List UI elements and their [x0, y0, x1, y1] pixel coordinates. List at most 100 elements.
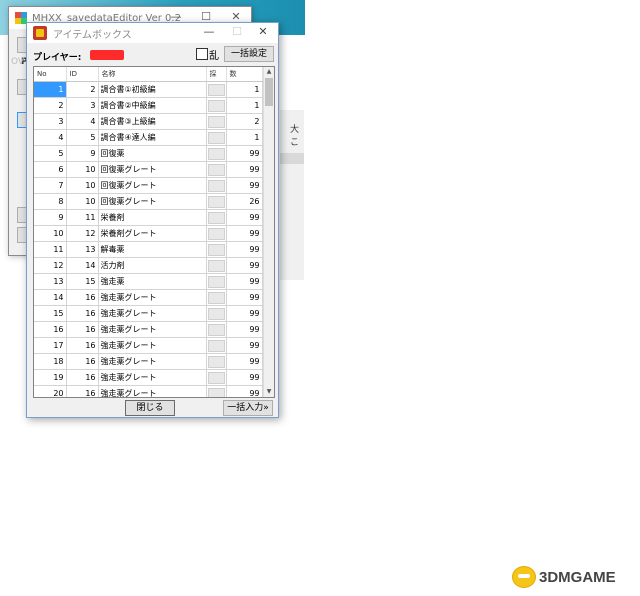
table-row[interactable]: 18 16 強走薬グレート 99	[34, 353, 263, 370]
cell-pick-button[interactable]	[206, 193, 227, 210]
cell-id[interactable]: 2	[66, 81, 99, 98]
cell-id[interactable]: 16	[66, 321, 99, 338]
cell-pick-button[interactable]	[206, 177, 227, 194]
table-row[interactable]: 20 16 強走薬グレート 99	[34, 385, 263, 397]
pick-button[interactable]	[207, 259, 225, 272]
cell-count[interactable]: 99	[226, 353, 263, 370]
cell-no[interactable]: 7	[34, 177, 67, 194]
cell-no[interactable]: 6	[34, 161, 67, 178]
cell-no[interactable]: 5	[34, 145, 67, 162]
pick-button[interactable]	[207, 243, 225, 256]
pick-button[interactable]	[207, 115, 225, 128]
cell-name[interactable]: 強走薬グレート	[98, 385, 207, 397]
cell-no[interactable]: 19	[34, 369, 67, 386]
cell-name[interactable]: 調合書①初級編	[98, 81, 207, 98]
pick-button[interactable]	[207, 227, 225, 240]
cell-pick-button[interactable]	[206, 209, 227, 226]
cell-name[interactable]: 回復薬グレート	[98, 161, 207, 178]
table-row[interactable]: 5 9 回復薬 99	[34, 145, 263, 162]
cell-no[interactable]: 8	[34, 193, 67, 210]
cell-name[interactable]: 強走薬グレート	[98, 353, 207, 370]
cell-count[interactable]: 1	[226, 97, 263, 114]
bulk-insert-button[interactable]: 一括入力»	[223, 400, 273, 416]
cell-pick-button[interactable]	[206, 257, 227, 274]
pick-button[interactable]	[207, 339, 225, 352]
cell-name[interactable]: 調合書④達人編	[98, 129, 207, 146]
cell-count[interactable]: 99	[226, 321, 263, 338]
table-row[interactable]: 10 12 栄養剤グレート 99	[34, 225, 263, 242]
cell-id[interactable]: 10	[66, 177, 99, 194]
random-checkbox[interactable]	[196, 48, 208, 60]
table-row[interactable]: 19 16 強走薬グレート 99	[34, 369, 263, 386]
cell-name[interactable]: 回復薬	[98, 145, 207, 162]
maximize-icon[interactable]: ☐	[225, 25, 249, 38]
pick-button[interactable]	[207, 195, 225, 208]
cell-count[interactable]: 99	[226, 337, 263, 354]
cell-id[interactable]: 16	[66, 337, 99, 354]
table-row[interactable]: 2 3 調合書②中級編 1	[34, 97, 263, 114]
cell-count[interactable]: 99	[226, 305, 263, 322]
table-row[interactable]: 11 13 解毒薬 99	[34, 241, 263, 258]
cell-count[interactable]: 99	[226, 385, 263, 397]
cell-no[interactable]: 14	[34, 289, 67, 306]
table-row[interactable]: 16 16 強走薬グレート 99	[34, 321, 263, 338]
cell-no[interactable]: 18	[34, 353, 67, 370]
bulk-set-button[interactable]: 一括設定	[224, 46, 274, 62]
table-row[interactable]: 15 16 強走薬グレート 99	[34, 305, 263, 322]
cell-name[interactable]: 回復薬グレート	[98, 193, 207, 210]
column-header-name[interactable]: 名称	[98, 67, 207, 82]
table-row[interactable]: 4 5 調合書④達人編 1	[34, 129, 263, 146]
column-header-no[interactable]: No	[34, 67, 67, 82]
cell-count[interactable]: 99	[226, 209, 263, 226]
pick-button[interactable]	[207, 307, 225, 320]
cell-count[interactable]: 99	[226, 161, 263, 178]
cell-count[interactable]: 1	[226, 129, 263, 146]
cell-no[interactable]: 4	[34, 129, 67, 146]
scrollbar-thumb[interactable]	[265, 78, 273, 106]
pick-button[interactable]	[207, 211, 225, 224]
cell-id[interactable]: 15	[66, 273, 99, 290]
cell-id[interactable]: 16	[66, 289, 99, 306]
cell-no[interactable]: 17	[34, 337, 67, 354]
cell-count[interactable]: 99	[226, 289, 263, 306]
cell-name[interactable]: 回復薬グレート	[98, 177, 207, 194]
column-header-id[interactable]: ID	[66, 67, 99, 82]
cell-no[interactable]: 3	[34, 113, 67, 130]
cell-no[interactable]: 13	[34, 273, 67, 290]
column-header-count[interactable]: 数	[226, 67, 263, 82]
cell-pick-button[interactable]	[206, 145, 227, 162]
cell-pick-button[interactable]	[206, 81, 227, 98]
cell-id[interactable]: 10	[66, 193, 99, 210]
cell-name[interactable]: 強走薬グレート	[98, 305, 207, 322]
cell-name[interactable]: 解毒薬	[98, 241, 207, 258]
pick-button[interactable]	[207, 387, 225, 397]
cell-pick-button[interactable]	[206, 305, 227, 322]
cell-pick-button[interactable]	[206, 369, 227, 386]
minimize-icon[interactable]: —	[197, 25, 221, 38]
cell-id[interactable]: 5	[66, 129, 99, 146]
cell-id[interactable]: 11	[66, 209, 99, 226]
table-row[interactable]: 13 15 強走薬 99	[34, 273, 263, 290]
pick-button[interactable]	[207, 131, 225, 144]
pick-button[interactable]	[207, 147, 225, 160]
table-row[interactable]: 3 4 調合書③上級編 2	[34, 113, 263, 130]
cell-id[interactable]: 4	[66, 113, 99, 130]
cell-count[interactable]: 99	[226, 145, 263, 162]
cell-count[interactable]: 99	[226, 241, 263, 258]
pick-button[interactable]	[207, 355, 225, 368]
cell-id[interactable]: 3	[66, 97, 99, 114]
cell-pick-button[interactable]	[206, 321, 227, 338]
cell-name[interactable]: 強走薬グレート	[98, 369, 207, 386]
cell-count[interactable]: 26	[226, 193, 263, 210]
cell-id[interactable]: 9	[66, 145, 99, 162]
cell-no[interactable]: 9	[34, 209, 67, 226]
cell-no[interactable]: 20	[34, 385, 67, 397]
close-button[interactable]: 閉じる	[125, 400, 175, 416]
cell-id[interactable]: 16	[66, 353, 99, 370]
table-row[interactable]: 12 14 活力剤 99	[34, 257, 263, 274]
cell-name[interactable]: 強走薬グレート	[98, 289, 207, 306]
cell-count[interactable]: 2	[226, 113, 263, 130]
cell-pick-button[interactable]	[206, 97, 227, 114]
cell-pick-button[interactable]	[206, 385, 227, 397]
cell-id[interactable]: 16	[66, 369, 99, 386]
